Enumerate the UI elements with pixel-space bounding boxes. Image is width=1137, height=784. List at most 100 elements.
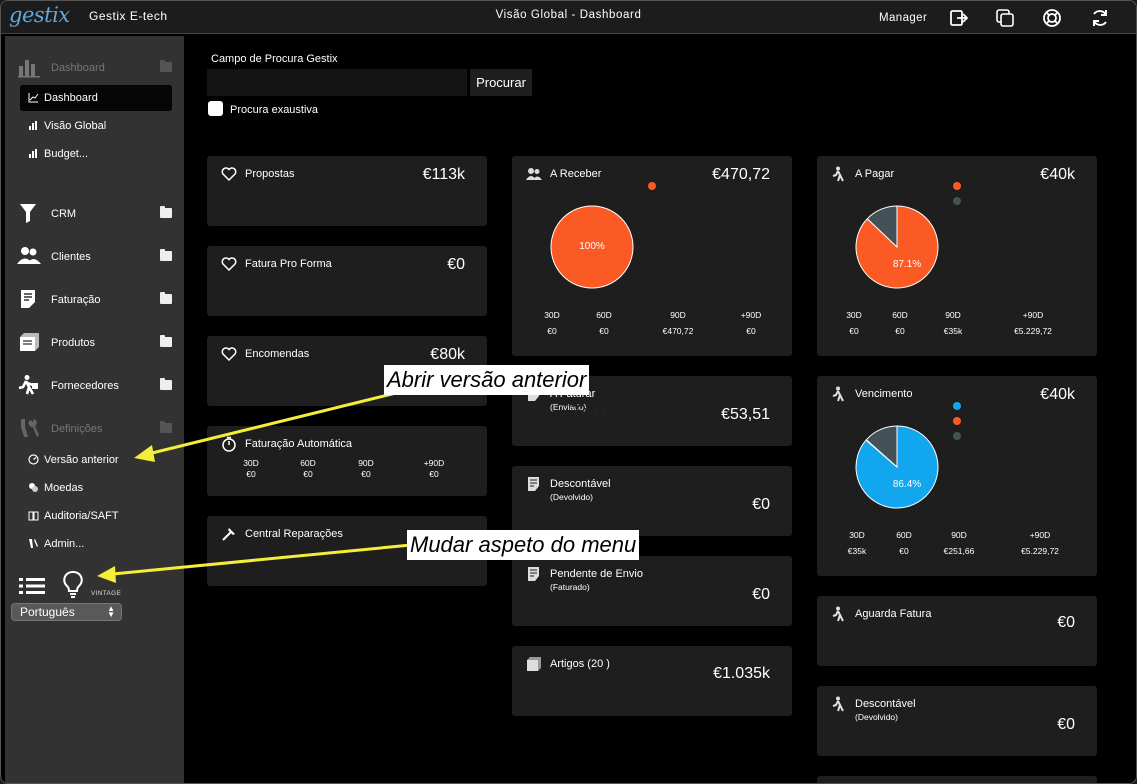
sidebar-group-dashboard[interactable]: Dashboard [5,54,184,82]
aging-label: +90D [1029,530,1051,540]
lightbulb-icon[interactable] [61,570,85,598]
card-fatura-pro-forma[interactable]: Fatura Pro Forma €0 [207,246,487,316]
stopwatch-icon [222,436,236,452]
aging-value: €0 [429,469,439,479]
sidebar-item-budget[interactable]: Budget... [20,141,172,167]
pie-percent-label: 100% [579,241,605,252]
aging-label: 30D [846,310,862,320]
sidebar-group-label: Produtos [51,337,96,349]
card-descontavel-devolvido[interactable]: Descontável (Devolvido) €0 [512,466,792,536]
card-vencimento[interactable]: Vencimento €40k 86.4% 30D 60D 90D +90D €… [817,376,1097,576]
sidebar-item-label: Auditoria/SAFT [44,510,119,522]
sidebar-item-label: Dashboard [44,92,98,104]
folder-icon [160,378,172,390]
box-icon [20,333,39,351]
folder-icon [160,249,172,261]
bar-chart-icon [29,149,37,158]
aging-label: +90D [423,458,445,468]
legend-dot [953,402,961,410]
card-propostas[interactable]: Propostas €113k [207,156,487,226]
folder-icon [160,292,172,304]
language-select[interactable]: Português ▲ ▼ [11,603,122,621]
aging-label: 90D [358,458,374,468]
aging-value: €0 [303,469,313,479]
card-title: Fatura Pro Forma [245,258,332,270]
legend-dot [953,182,961,190]
aging-value: €35k [943,326,963,336]
card-value: €40k [1040,386,1075,403]
card-descontavel-2[interactable]: Descontável (Devolvido) €0 [817,686,1097,756]
card-title: Descontável [550,478,611,490]
search-label: Campo de Procura Gestix [211,53,338,65]
sidebar-group-label: Definições [51,423,103,435]
legend-dot [953,417,961,425]
sidebar-item-versao-anterior[interactable]: Versão anterior [20,447,172,473]
card-pendente-envio[interactable]: Pendente de Envio (Faturado) €0 [512,556,792,626]
user-name[interactable]: Manager [879,12,927,24]
sidebar-group-label: Fornecedores [51,380,119,392]
sidebar-item-admin[interactable]: Admin... [20,531,172,557]
card-title: Descontável [855,698,916,710]
aging-value: €5.229,72 [1021,546,1059,556]
card-title: Artigos (20 ) [550,658,610,670]
card-title: Propostas [245,168,295,180]
aging-label: 60D [896,530,912,540]
sidebar-group-crm[interactable]: CRM [5,200,184,228]
sidebar-item-label: Moedas [44,482,84,494]
card-value: €40k [1040,166,1075,183]
sidebar-group-clientes[interactable]: Clientes [5,243,184,271]
sidebar-item-visao-global[interactable]: Visão Global [20,113,172,139]
card-artigos[interactable]: Artigos (20 ) €1.035k [512,646,792,716]
document-icon [528,477,539,491]
sidebar-item-dashboard[interactable]: Dashboard [20,85,172,111]
sidebar-item-moedas[interactable]: Moedas [20,475,172,501]
card-a-pagar[interactable]: A Pagar €40k 87.1% 30D 60D 90D +90D €0 €… [817,156,1097,356]
sidebar-group-definicoes[interactable]: Definições [5,415,184,443]
card-faturacao-automatica[interactable]: Faturação Automática 30D 60D 90D +90D €0… [207,426,487,496]
pie-chart-vencimento[interactable] [855,425,939,509]
heart-icon [221,257,237,272]
windows-icon[interactable] [995,8,1015,28]
box-icon [527,657,541,671]
search-input[interactable] [207,69,467,96]
sidebar-group-label: Faturação [51,294,101,306]
aging-label: 30D [243,458,259,468]
logout-icon[interactable] [949,8,969,28]
delivery-person-icon [832,606,844,622]
folder-icon [160,206,172,218]
aging-label: 60D [892,310,908,320]
coins-icon [29,483,38,492]
folder-icon [160,60,172,72]
card-aguarda-fatura[interactable]: Aguarda Fatura €0 [817,596,1097,666]
hammer-icon [222,528,235,541]
aging-value: €0 [361,469,371,479]
card-title: Vencimento [855,388,913,400]
list-menu-icon[interactable] [19,576,45,596]
delivery-person-icon [832,386,844,402]
sidebar-group-produtos[interactable]: Produtos [5,329,184,357]
delivery-person-icon [832,696,844,712]
sidebar-item-auditoria-saft[interactable]: Auditoria/SAFT [20,503,172,529]
placeholder-ghost-text: Text [570,402,608,424]
aging-label: 90D [670,310,686,320]
admin-tools-icon [29,539,38,548]
aging-value: €0 [895,326,905,336]
help-lifebuoy-icon[interactable] [1042,8,1062,28]
sidebar-group-label: Dashboard [51,62,105,74]
aging-label: +90D [740,310,762,320]
sidebar-group-faturacao[interactable]: Faturação [5,286,184,314]
sidebar-group-fornecedores[interactable]: Fornecedores [5,372,184,400]
aging-label: 30D [849,530,865,540]
card-title: A Pagar [855,168,895,180]
search-button[interactable]: Procurar [470,69,532,96]
aging-label: 30D [544,310,560,320]
gauge-icon [28,454,39,465]
pie-chart-a-pagar[interactable] [855,205,939,289]
card-a-receber[interactable]: A Receber €470,72 100% 30D 60D 90D +90D … [512,156,792,356]
exhaustive-search-checkbox[interactable] [208,101,223,116]
card-value: €0 [752,496,770,513]
card-partial [817,776,1097,783]
refresh-icon[interactable] [1090,8,1110,28]
card-value: €53,51 [721,406,770,423]
sidebar: Dashboard Dashboard Visão Global Budget.… [5,36,184,783]
